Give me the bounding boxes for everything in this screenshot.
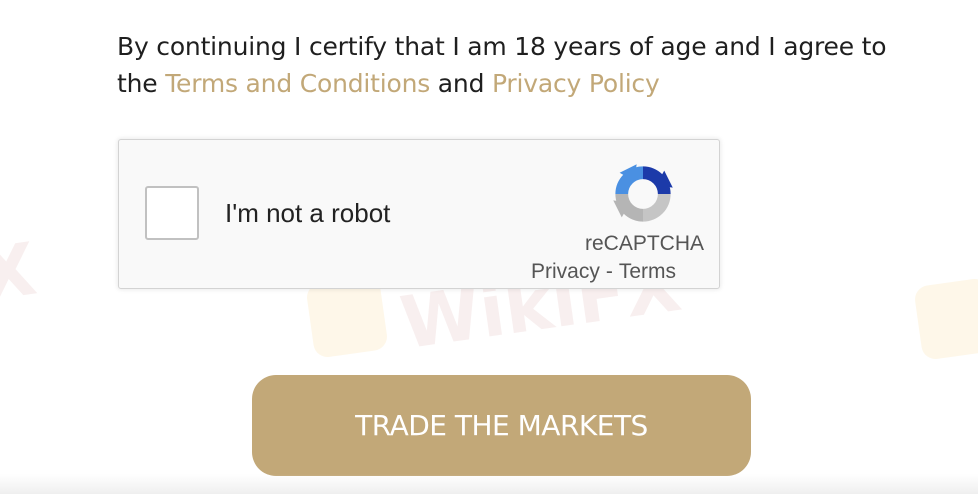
privacy-policy-link[interactable]: Privacy Policy bbox=[492, 69, 660, 98]
recaptcha-links-separator: - bbox=[605, 260, 613, 283]
terms-and-conditions-link[interactable]: Terms and Conditions bbox=[165, 69, 430, 98]
not-a-robot-checkbox[interactable] bbox=[145, 186, 199, 240]
recaptcha-logo-icon bbox=[613, 164, 673, 222]
recaptcha-links: Privacy - Terms bbox=[531, 260, 676, 284]
recaptcha-brand-label: reCAPTCHA bbox=[585, 232, 705, 255]
watermark-text-left: X bbox=[0, 226, 42, 318]
consent-text: By continuing I certify that I am 18 yea… bbox=[117, 28, 917, 102]
bottom-fade bbox=[0, 474, 978, 494]
not-a-robot-label: I'm not a robot bbox=[225, 198, 391, 228]
trade-the-markets-button[interactable]: TRADE THE MARKETS bbox=[252, 375, 751, 476]
consent-text-middle: and bbox=[430, 69, 492, 98]
recaptcha-terms-link[interactable]: Terms bbox=[619, 260, 676, 283]
recaptcha-widget: I'm not a robot reCAPTCHA Privacy - Terms bbox=[118, 139, 720, 289]
recaptcha-privacy-link[interactable]: Privacy bbox=[531, 260, 600, 283]
watermark-badge-right-icon bbox=[913, 277, 978, 361]
